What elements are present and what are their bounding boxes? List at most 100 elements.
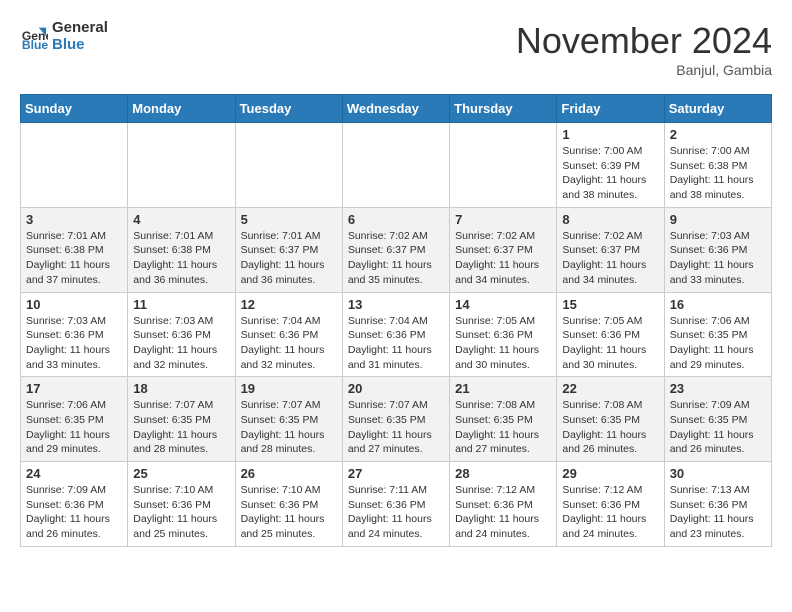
calendar-cell: 19 Sunrise: 7:07 AM Sunset: 6:35 PM Dayli… xyxy=(235,377,342,462)
day-number: 6 xyxy=(348,212,444,227)
calendar-cell: 18Sunrise: 7:07 AM Sunset: 6:35 PM Dayli… xyxy=(128,377,235,462)
calendar-cell: 27 Sunrise: 7:11 AM Sunset: 6:36 PM Dayli… xyxy=(342,462,449,547)
day-number: 23 xyxy=(670,381,766,396)
weekday-header-saturday: Saturday xyxy=(664,95,771,123)
calendar-cell xyxy=(235,123,342,208)
calendar-cell xyxy=(128,123,235,208)
calendar-table: SundayMondayTuesdayWednesdayThursdayFrid… xyxy=(20,94,772,547)
day-number: 17 xyxy=(26,381,122,396)
calendar-cell: 28 Sunrise: 7:12 AM Sunset: 6:36 PM Dayli… xyxy=(450,462,557,547)
calendar-cell: 22 Sunrise: 7:08 AM Sunset: 6:35 PM Dayli… xyxy=(557,377,664,462)
weekday-header-sunday: Sunday xyxy=(21,95,128,123)
calendar-cell: 4 Sunrise: 7:01 AM Sunset: 6:38 PM Daylig… xyxy=(128,207,235,292)
day-info: Sunrise: 7:00 AM Sunset: 6:39 PM Dayligh… xyxy=(562,144,658,203)
day-info: Sunrise: 7:03 AM Sunset: 6:36 PM Dayligh… xyxy=(133,314,229,373)
day-info: Sunrise: 7:11 AM Sunset: 6:36 PM Dayligh… xyxy=(348,483,444,542)
calendar-week-1: 1 Sunrise: 7:00 AM Sunset: 6:39 PM Daylig… xyxy=(21,123,772,208)
weekday-header-row: SundayMondayTuesdayWednesdayThursdayFrid… xyxy=(21,95,772,123)
day-number: 9 xyxy=(670,212,766,227)
day-info: Sunrise: 7:08 AM Sunset: 6:35 PM Dayligh… xyxy=(562,398,658,457)
weekday-header-wednesday: Wednesday xyxy=(342,95,449,123)
day-info: Sunrise: 7:08 AM Sunset: 6:35 PM Dayligh… xyxy=(455,398,551,457)
day-number: 28 xyxy=(455,466,551,481)
calendar-week-2: 3 Sunrise: 7:01 AM Sunset: 6:38 PM Daylig… xyxy=(21,207,772,292)
day-info: Sunrise: 7:06 AM Sunset: 6:35 PM Dayligh… xyxy=(670,314,766,373)
day-info: Sunrise: 7:12 AM Sunset: 6:36 PM Dayligh… xyxy=(562,483,658,542)
day-info: Sunrise: 7:04 AM Sunset: 6:36 PM Dayligh… xyxy=(241,314,337,373)
day-number: 27 xyxy=(348,466,444,481)
day-number: 25 xyxy=(133,466,229,481)
day-number: 15 xyxy=(562,297,658,312)
day-number: 1 xyxy=(562,127,658,142)
weekday-header-thursday: Thursday xyxy=(450,95,557,123)
calendar-cell: 21Sunrise: 7:08 AM Sunset: 6:35 PM Dayli… xyxy=(450,377,557,462)
logo: General Blue General Blue xyxy=(20,20,108,53)
day-number: 8 xyxy=(562,212,658,227)
day-number: 19 xyxy=(241,381,337,396)
calendar-cell xyxy=(450,123,557,208)
day-number: 24 xyxy=(26,466,122,481)
calendar-cell: 20 Sunrise: 7:07 AM Sunset: 6:35 PM Dayli… xyxy=(342,377,449,462)
calendar-cell: 3 Sunrise: 7:01 AM Sunset: 6:38 PM Daylig… xyxy=(21,207,128,292)
day-number: 20 xyxy=(348,381,444,396)
calendar-cell xyxy=(21,123,128,208)
calendar-cell: 5 Sunrise: 7:01 AM Sunset: 6:37 PM Daylig… xyxy=(235,207,342,292)
calendar-cell: 30Sunrise: 7:13 AM Sunset: 6:36 PM Dayli… xyxy=(664,462,771,547)
day-number: 22 xyxy=(562,381,658,396)
day-info: Sunrise: 7:07 AM Sunset: 6:35 PM Dayligh… xyxy=(133,398,229,457)
day-number: 5 xyxy=(241,212,337,227)
calendar-cell: 14 Sunrise: 7:05 AM Sunset: 6:36 PM Dayli… xyxy=(450,292,557,377)
calendar-cell: 29Sunrise: 7:12 AM Sunset: 6:36 PM Dayli… xyxy=(557,462,664,547)
calendar-cell: 10Sunrise: 7:03 AM Sunset: 6:36 PM Dayli… xyxy=(21,292,128,377)
calendar-cell: 16 Sunrise: 7:06 AM Sunset: 6:35 PM Dayli… xyxy=(664,292,771,377)
calendar-week-4: 17 Sunrise: 7:06 AM Sunset: 6:35 PM Dayli… xyxy=(21,377,772,462)
weekday-header-monday: Monday xyxy=(128,95,235,123)
month-title: November 2024 xyxy=(516,20,772,62)
calendar-cell: 17 Sunrise: 7:06 AM Sunset: 6:35 PM Dayli… xyxy=(21,377,128,462)
logo-text: General Blue xyxy=(52,20,108,53)
day-info: Sunrise: 7:02 AM Sunset: 6:37 PM Dayligh… xyxy=(562,229,658,288)
day-info: Sunrise: 7:10 AM Sunset: 6:36 PM Dayligh… xyxy=(133,483,229,542)
calendar-week-3: 10Sunrise: 7:03 AM Sunset: 6:36 PM Dayli… xyxy=(21,292,772,377)
day-number: 7 xyxy=(455,212,551,227)
calendar-cell: 11 Sunrise: 7:03 AM Sunset: 6:36 PM Dayli… xyxy=(128,292,235,377)
day-info: Sunrise: 7:01 AM Sunset: 6:38 PM Dayligh… xyxy=(133,229,229,288)
calendar-cell: 1 Sunrise: 7:00 AM Sunset: 6:39 PM Daylig… xyxy=(557,123,664,208)
calendar-week-5: 24Sunrise: 7:09 AM Sunset: 6:36 PM Dayli… xyxy=(21,462,772,547)
day-info: Sunrise: 7:02 AM Sunset: 6:37 PM Dayligh… xyxy=(455,229,551,288)
calendar-cell: 7 Sunrise: 7:02 AM Sunset: 6:37 PM Daylig… xyxy=(450,207,557,292)
calendar-cell: 26Sunrise: 7:10 AM Sunset: 6:36 PM Dayli… xyxy=(235,462,342,547)
location: Banjul, Gambia xyxy=(516,62,772,78)
day-info: Sunrise: 7:03 AM Sunset: 6:36 PM Dayligh… xyxy=(26,314,122,373)
day-number: 4 xyxy=(133,212,229,227)
day-info: Sunrise: 7:02 AM Sunset: 6:37 PM Dayligh… xyxy=(348,229,444,288)
day-info: Sunrise: 7:00 AM Sunset: 6:38 PM Dayligh… xyxy=(670,144,766,203)
day-info: Sunrise: 7:07 AM Sunset: 6:35 PM Dayligh… xyxy=(241,398,337,457)
day-number: 14 xyxy=(455,297,551,312)
day-info: Sunrise: 7:05 AM Sunset: 6:36 PM Dayligh… xyxy=(455,314,551,373)
logo-icon: General Blue xyxy=(20,23,48,51)
calendar-cell: 25 Sunrise: 7:10 AM Sunset: 6:36 PM Dayli… xyxy=(128,462,235,547)
day-info: Sunrise: 7:12 AM Sunset: 6:36 PM Dayligh… xyxy=(455,483,551,542)
calendar-cell: 8 Sunrise: 7:02 AM Sunset: 6:37 PM Daylig… xyxy=(557,207,664,292)
day-info: Sunrise: 7:01 AM Sunset: 6:37 PM Dayligh… xyxy=(241,229,337,288)
day-info: Sunrise: 7:06 AM Sunset: 6:35 PM Dayligh… xyxy=(26,398,122,457)
day-info: Sunrise: 7:10 AM Sunset: 6:36 PM Dayligh… xyxy=(241,483,337,542)
calendar-cell: 6 Sunrise: 7:02 AM Sunset: 6:37 PM Daylig… xyxy=(342,207,449,292)
day-number: 30 xyxy=(670,466,766,481)
day-number: 13 xyxy=(348,297,444,312)
day-number: 2 xyxy=(670,127,766,142)
day-number: 11 xyxy=(133,297,229,312)
calendar-cell: 24Sunrise: 7:09 AM Sunset: 6:36 PM Dayli… xyxy=(21,462,128,547)
day-number: 3 xyxy=(26,212,122,227)
day-info: Sunrise: 7:07 AM Sunset: 6:35 PM Dayligh… xyxy=(348,398,444,457)
calendar-cell: 9 Sunrise: 7:03 AM Sunset: 6:36 PM Daylig… xyxy=(664,207,771,292)
day-number: 12 xyxy=(241,297,337,312)
calendar-cell: 13Sunrise: 7:04 AM Sunset: 6:36 PM Dayli… xyxy=(342,292,449,377)
day-info: Sunrise: 7:03 AM Sunset: 6:36 PM Dayligh… xyxy=(670,229,766,288)
day-info: Sunrise: 7:09 AM Sunset: 6:35 PM Dayligh… xyxy=(670,398,766,457)
day-info: Sunrise: 7:01 AM Sunset: 6:38 PM Dayligh… xyxy=(26,229,122,288)
day-info: Sunrise: 7:05 AM Sunset: 6:36 PM Dayligh… xyxy=(562,314,658,373)
calendar-cell: 15 Sunrise: 7:05 AM Sunset: 6:36 PM Dayli… xyxy=(557,292,664,377)
day-number: 16 xyxy=(670,297,766,312)
